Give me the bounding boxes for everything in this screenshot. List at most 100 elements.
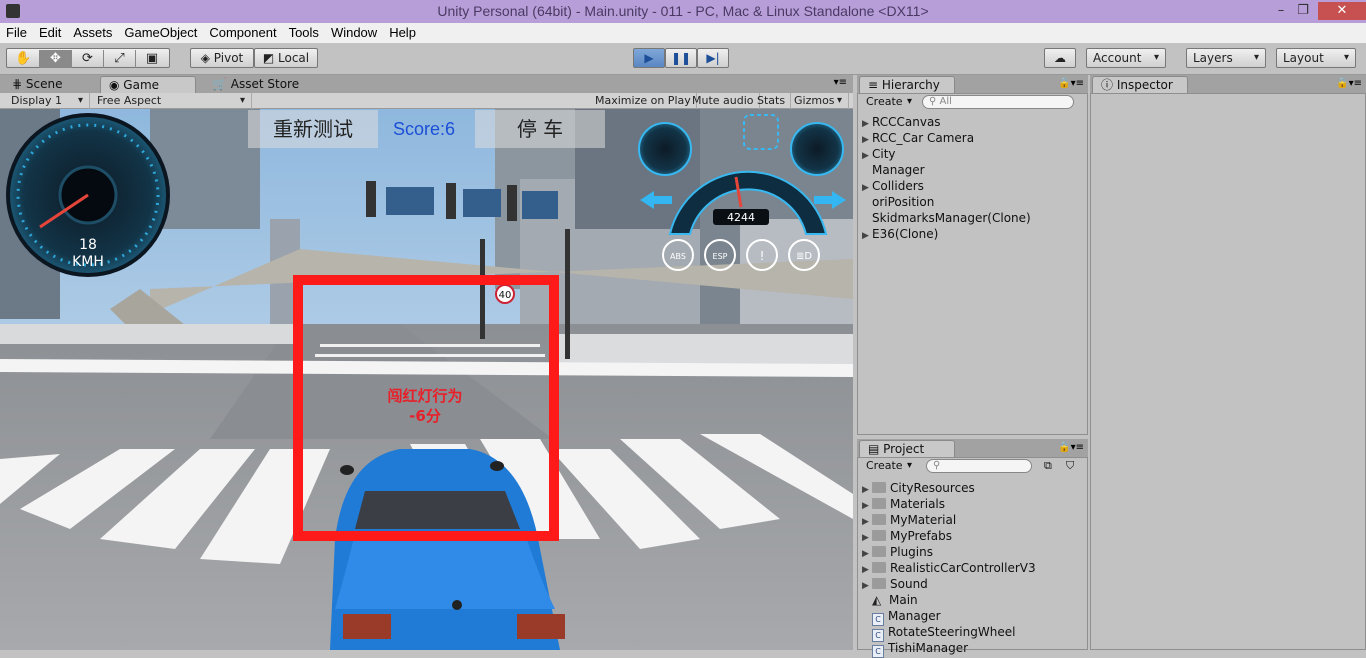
folder-icon — [872, 562, 886, 573]
hierarchy-item[interactable]: SkidmarksManager(Clone) — [872, 210, 1031, 226]
hand-tool-icon[interactable]: ✋ — [8, 50, 40, 68]
warning-label: ! — [760, 249, 765, 263]
tab-inspector[interactable]: ⓘ Inspector — [1092, 76, 1188, 93]
stats-toggle[interactable]: Stats — [752, 93, 792, 109]
rpm-value: 4244 — [727, 211, 755, 224]
hierarchy-item-label: oriPosition — [872, 195, 935, 209]
inspector-panel — [1090, 93, 1366, 650]
headlight-label: ≣D — [796, 251, 812, 262]
hierarchy-item[interactable]: Manager — [872, 162, 925, 178]
hierarchy-panel: Create ⚲ All ▶RCCCanvas ▶RCC_Car Camera … — [857, 93, 1088, 435]
folder-icon — [872, 530, 886, 541]
close-button[interactable]: ✕ — [1318, 2, 1366, 20]
project-item-label: Main — [889, 593, 918, 607]
project-item-label: CityResources — [890, 481, 975, 495]
tab-game[interactable]: ◉ Game — [100, 76, 196, 93]
hierarchy-item-label: RCCCanvas — [872, 115, 941, 129]
violation-text: 闯红灯行为 — [387, 387, 463, 405]
expand-arrow-icon[interactable]: ▶ — [862, 578, 872, 594]
play-button[interactable]: ▶ — [633, 48, 665, 68]
hierarchy-item-label: Colliders — [872, 179, 924, 193]
hierarchy-search-input[interactable]: ⚲ All — [922, 95, 1074, 109]
tab-project[interactable]: ▤ Project — [859, 440, 955, 457]
folder-icon — [872, 514, 886, 525]
aspect-dropdown[interactable]: Free Aspect — [92, 93, 252, 109]
account-dropdown[interactable]: Account — [1086, 48, 1166, 68]
score-label: Score:6 — [393, 119, 456, 139]
game-view-toolbar: Display 1 Free Aspect Maximize on Play M… — [0, 93, 853, 109]
project-item-label: TishiManager — [888, 641, 969, 655]
hierarchy-item[interactable]: oriPosition — [872, 194, 934, 210]
tab-hierarchy-label: Hierarchy — [881, 78, 940, 92]
pivot-label: Pivot — [213, 51, 244, 65]
tab-hierarchy[interactable]: ≡ Hierarchy — [859, 76, 955, 93]
speedometer: 18 KMH — [6, 113, 170, 277]
filter-type-icon[interactable]: ⧉ — [1040, 458, 1056, 474]
project-item-label: Plugins — [890, 545, 933, 559]
pause-button[interactable]: ❚❚ — [665, 48, 697, 68]
tab-asset-store-label: Asset Store — [230, 77, 300, 91]
hierarchy-tab-row: ≡ Hierarchy 🔒▾≡ — [857, 75, 1088, 93]
menu-bar: File Edit Assets GameObject Component Tools Wi… — [0, 23, 1366, 43]
folder-icon — [872, 482, 886, 493]
step-button[interactable]: ▶| — [697, 48, 729, 68]
hierarchy-item-label: E36(Clone) — [872, 227, 939, 241]
game-view[interactable]: 40 18 KMH 4244 ABS ESP ! ≣D 重新测试 Score:6… — [0, 109, 853, 650]
rect-tool-icon[interactable]: ▣ — [136, 50, 168, 68]
mute-audio-toggle[interactable]: Mute audio — [687, 93, 760, 109]
pivot-toggle[interactable]: ◈ Pivot — [190, 48, 254, 68]
transform-tools: ✋ ✥ ⟳ ⤢ ▣ — [6, 48, 170, 68]
expand-arrow-icon[interactable]: ▶ — [862, 148, 872, 164]
esp-label: ESP — [713, 252, 728, 261]
hierarchy-item[interactable]: ▶ E36(Clone) — [862, 226, 938, 244]
menu-assets[interactable]: Assets — [67, 23, 118, 43]
main-toolbar: ✋ ✥ ⟳ ⤢ ▣ ◈ Pivot ◩ Local ▶ ❚❚ ▶| ☁ Account … — [0, 43, 1366, 75]
tab-asset-store[interactable]: 🛒 Asset Store — [204, 76, 307, 93]
hierarchy-lock-icon[interactable]: 🔒▾≡ — [1058, 78, 1084, 89]
tab-game-label: Game — [123, 78, 160, 92]
layout-dropdown[interactable]: Layout — [1276, 48, 1356, 68]
expand-arrow-icon[interactable]: ▶ — [862, 228, 872, 244]
menu-component[interactable]: Component — [203, 23, 282, 43]
maximize-on-play-toggle[interactable]: Maximize on Play — [590, 93, 697, 109]
folder-icon — [872, 498, 886, 509]
cloud-icon[interactable]: ☁ — [1044, 48, 1076, 68]
retest-button[interactable]: 重新测试 — [248, 110, 378, 148]
project-item[interactable]: C TishiManager — [872, 640, 968, 658]
filter-label-icon[interactable]: ⛉ — [1062, 458, 1078, 474]
hierarchy-create-dropdown[interactable]: Create — [862, 94, 918, 110]
penalty-text: -6分 — [409, 407, 441, 425]
project-lock-icon[interactable]: 🔒▾≡ — [1058, 442, 1084, 453]
menu-gameobject[interactable]: GameObject — [118, 23, 203, 43]
tab-project-label: Project — [883, 442, 925, 456]
menu-file[interactable]: File — [0, 23, 33, 43]
move-tool-icon[interactable]: ✥ — [40, 50, 72, 68]
hierarchy-item-label: SkidmarksManager(Clone) — [872, 211, 1031, 225]
view-tab-row: ⋕ Scene ◉ Game 🛒 Asset Store ▾≡ — [0, 75, 853, 93]
project-item[interactable]: ◭ Main — [872, 592, 918, 608]
panel-menu-icon[interactable]: ▾≡ — [834, 77, 847, 88]
tab-inspector-label: Inspector — [1116, 78, 1173, 92]
display-dropdown[interactable]: Display 1 — [6, 93, 90, 109]
maximize-button[interactable]: ❐ — [1290, 2, 1316, 20]
gizmos-dropdown[interactable]: Gizmos — [789, 93, 849, 109]
rotate-tool-icon[interactable]: ⟳ — [72, 50, 104, 68]
expand-arrow-icon[interactable]: ▶ — [862, 180, 872, 196]
project-create-dropdown[interactable]: Create — [862, 458, 918, 474]
scale-tool-icon[interactable]: ⤢ — [104, 50, 136, 68]
hierarchy-item-label: Manager — [872, 163, 925, 177]
local-toggle[interactable]: ◩ Local — [254, 48, 318, 68]
tab-scene[interactable]: ⋕ Scene — [4, 76, 70, 93]
project-search-input[interactable]: ⚲ — [926, 459, 1032, 473]
menu-window[interactable]: Window — [325, 23, 383, 43]
park-button[interactable]: 停 车 — [475, 110, 605, 148]
menu-tools[interactable]: Tools — [283, 23, 325, 43]
hierarchy-item-label: City — [872, 147, 896, 161]
menu-edit[interactable]: Edit — [33, 23, 67, 43]
script-file-icon: C — [872, 645, 884, 658]
layers-dropdown[interactable]: Layers — [1186, 48, 1266, 68]
inspector-tab-row: ⓘ Inspector 🔒▾≡ — [1090, 75, 1366, 93]
project-item-label: MyMaterial — [890, 513, 957, 527]
menu-help[interactable]: Help — [383, 23, 422, 43]
inspector-lock-icon[interactable]: 🔒▾≡ — [1336, 78, 1362, 89]
